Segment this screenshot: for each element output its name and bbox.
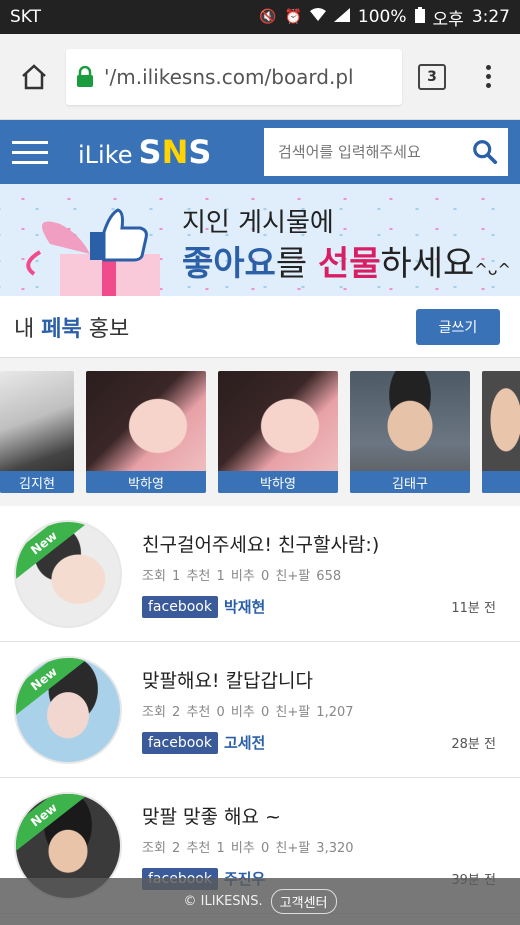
wifi-icon <box>309 8 326 26</box>
post-time: 28분 전 <box>451 737 496 752</box>
dot-icon <box>485 83 491 88</box>
banner-line-2: 좋아요를 선물하세요^ᴗ^ <box>182 236 511 285</box>
post-meta: facebook 박재현 11분 전 <box>142 595 506 618</box>
tab-switcher-button[interactable]: 3 <box>418 63 446 90</box>
home-button[interactable] <box>12 55 56 99</box>
post-item[interactable]: New 맞팔해요! 칼답갑니다 조회 2 추천 0 비추 0 친+팔 1,207… <box>0 642 520 778</box>
promo-card[interactable] <box>482 371 520 493</box>
promo-card[interactable]: 김지현 <box>0 371 74 493</box>
post-item[interactable]: New 친구걸어주세요! 친구할사람:) 조회 1 추천 1 비추 0 친+팔 … <box>0 506 520 642</box>
promo-card[interactable]: 박하영 <box>86 371 206 493</box>
battery-percent: 100% <box>357 7 407 27</box>
post-stats: 조회 1 추천 1 비추 0 친+팔 658 <box>142 568 342 584</box>
post-title[interactable]: 친구걸어주세요! 친구할사람:) <box>142 530 506 557</box>
carrier-label: SKT <box>10 7 42 27</box>
banner-like-text: 좋아요 <box>182 244 276 284</box>
post-body: 친구걸어주세요! 친구할사람:) 조회 1 추천 1 비추 0 친+팔 658 … <box>142 530 506 618</box>
promo-card-name <box>482 471 520 493</box>
hamburger-menu-button[interactable] <box>12 140 48 164</box>
post-feed: New 친구걸어주세요! 친구할사람:) 조회 1 추천 1 비추 0 친+팔 … <box>0 506 520 914</box>
banner-text: 하세요 <box>380 244 475 284</box>
promo-card-name: 김태구 <box>350 471 470 493</box>
clock-time: 3:27 <box>471 7 510 27</box>
new-badge: New <box>16 521 91 582</box>
customer-center-button[interactable]: 고객센터 <box>270 889 337 914</box>
search-box <box>264 128 508 176</box>
title-part: 내 <box>14 316 42 342</box>
section-title: 내 페북 홍보 <box>14 311 129 343</box>
post-stats: 조회 2 추천 1 비추 0 친+팔 3,320 <box>142 840 354 856</box>
post-time: 11분 전 <box>451 601 496 616</box>
avatar[interactable]: New <box>14 519 122 628</box>
search-icon[interactable] <box>472 138 498 166</box>
alarm-icon: ⏰ <box>284 9 302 25</box>
menu-line <box>12 150 48 154</box>
title-part: 홍보 <box>81 316 130 342</box>
logo-prefix: iLike <box>78 141 133 169</box>
banner-text: 를 <box>275 244 318 284</box>
post-body: 맞팔 맞좋 해요 ~ 조회 2 추천 1 비추 0 친+팔 3,320 face… <box>142 802 506 890</box>
logo-letter: N <box>161 133 189 171</box>
banner-emoticon: ^ᴗ^ <box>474 260 511 279</box>
url-text: '/m.ilikesns.com/board.pl <box>104 64 354 89</box>
banner-line-1: 지인 게시물에 <box>182 208 334 238</box>
logo-letter: S <box>188 133 212 171</box>
site-header: iLike SNS <box>0 120 520 184</box>
logo-letter: S <box>138 133 162 171</box>
clock-ampm: 오후 <box>432 9 464 30</box>
promo-card-name: 박하영 <box>218 471 338 493</box>
menu-line <box>12 140 48 144</box>
dot-icon <box>485 65 491 70</box>
new-badge: New <box>16 793 91 854</box>
promo-card-name: 박하영 <box>86 471 206 493</box>
signal-icon <box>333 8 350 26</box>
post-title[interactable]: 맞팔해요! 칼답갑니다 <box>142 666 506 693</box>
mute-icon: 🔇 <box>259 9 277 25</box>
promo-banner[interactable]: 지인 게시물에 좋아요를 선물하세요^ᴗ^ <box>0 184 520 296</box>
promo-card[interactable]: 김태구 <box>350 371 470 493</box>
status-icons: 🔇 ⏰ 100% 오후 3:27 <box>259 5 510 30</box>
write-button[interactable]: 글쓰기 <box>416 308 500 345</box>
lock-icon <box>77 65 93 87</box>
post-author[interactable]: 박재현 <box>224 596 265 617</box>
promo-card-name: 김지현 <box>0 471 74 493</box>
new-badge: New <box>16 657 91 718</box>
banner-gift-text: 선물 <box>317 244 381 284</box>
title-part: 페북 <box>41 316 82 342</box>
status-bar: SKT 🔇 ⏰ 100% 오후 3:27 <box>0 0 520 34</box>
browser-address-bar: '/m.ilikesns.com/board.pl 3 <box>0 34 520 120</box>
section-header: 내 페북 홍보 글쓰기 <box>0 296 520 358</box>
url-field[interactable]: '/m.ilikesns.com/board.pl <box>66 48 402 105</box>
facebook-badge: facebook <box>142 731 218 754</box>
post-title[interactable]: 맞팔 맞좋 해요 ~ <box>142 802 506 829</box>
search-input[interactable] <box>278 143 472 161</box>
menu-line <box>12 160 48 164</box>
facebook-badge: facebook <box>142 595 218 618</box>
copyright-text: © ILIKESNS. <box>183 894 263 909</box>
home-icon <box>22 63 46 89</box>
post-stats: 조회 2 추천 0 비추 0 친+팔 1,207 <box>142 704 354 720</box>
site-logo[interactable]: iLike SNS <box>78 133 211 171</box>
logo-sns: SNS <box>139 133 212 171</box>
footer-bar: © ILIKESNS. 고객센터 <box>0 878 520 925</box>
overflow-menu-button[interactable] <box>468 65 508 88</box>
gift-thumbs-up-icon <box>26 208 160 296</box>
promo-strip: 김지현 박하영 박하영 김태구 <box>0 358 520 506</box>
post-author[interactable]: 고세전 <box>224 732 265 753</box>
promo-card[interactable]: 박하영 <box>218 371 338 493</box>
battery-icon <box>414 7 425 27</box>
dot-icon <box>485 74 491 79</box>
post-meta: facebook 고세전 28분 전 <box>142 731 506 754</box>
avatar[interactable]: New <box>14 655 122 764</box>
post-body: 맞팔해요! 칼답갑니다 조회 2 추천 0 비추 0 친+팔 1,207 fac… <box>142 666 506 754</box>
